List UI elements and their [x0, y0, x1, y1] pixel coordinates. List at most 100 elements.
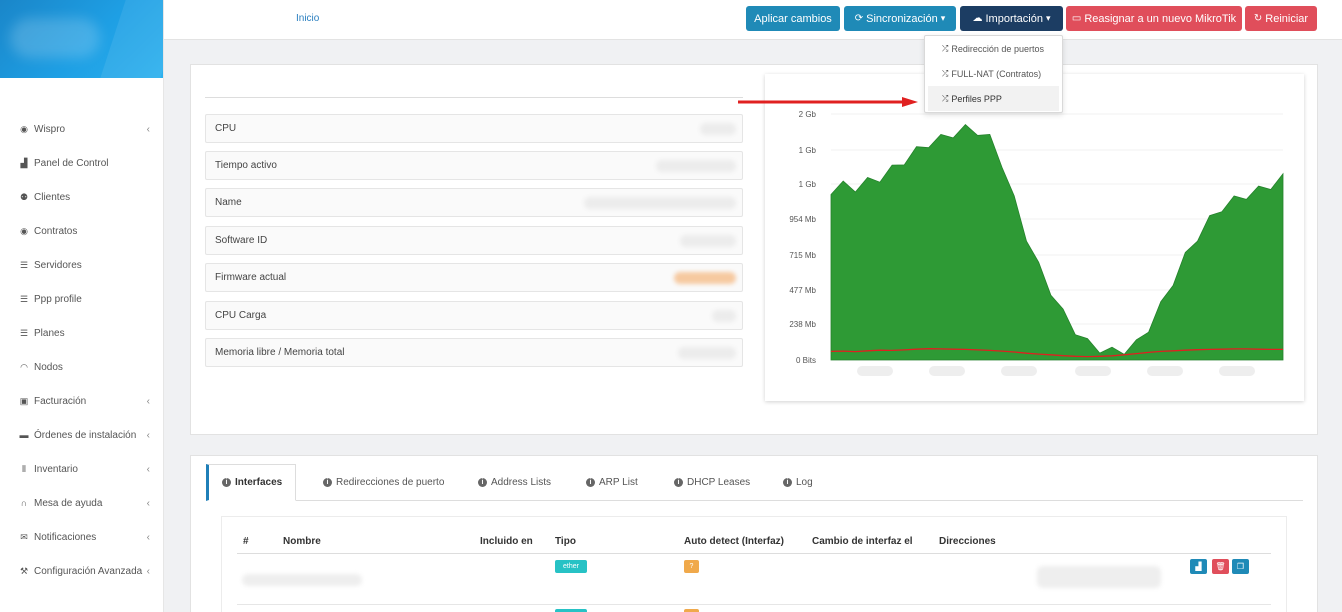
- restart-label: Reiniciar: [1265, 12, 1309, 25]
- info-row-label: Software ID: [215, 235, 268, 246]
- sidebar-item-label: Facturación: [34, 395, 87, 407]
- import-menu-item-label: Redirección de puertos: [951, 43, 1044, 54]
- y-tick-label: 1 Gb: [799, 180, 817, 189]
- tab-arp-list[interactable]: i ARP List: [586, 464, 638, 501]
- chevron-down-icon: ▾: [940, 13, 946, 23]
- sidebar: ◉ Wispro ‹ ▟ Panel de Control ⚉ Clientes ◉ Contr…: [0, 0, 164, 612]
- tab-dhcp-leases[interactable]: i DHCP Leases: [674, 464, 750, 501]
- info-row-label: Firmware actual: [215, 272, 287, 283]
- info-icon: i: [586, 478, 595, 487]
- truck-icon: ▬: [19, 430, 29, 440]
- sidebar-item-servidores[interactable]: ☰ Servidores: [0, 248, 164, 282]
- server-icon: ☰: [19, 293, 29, 304]
- sidebar-item-panel-de-control[interactable]: ▟ Panel de Control: [0, 146, 164, 180]
- reassign-mikrotik-button[interactable]: ▭ Reasignar a un nuevo MikroTik: [1066, 6, 1242, 31]
- redacted-x-label: [1075, 366, 1111, 376]
- logo-blur: [10, 18, 100, 58]
- import-menu-item[interactable]: ⤮ FULL-NAT (Contratos): [925, 61, 1062, 86]
- tab-address-lists[interactable]: i Address Lists: [478, 464, 551, 501]
- tab-redirecciones-de-puerto[interactable]: i Redirecciones de puerto: [323, 464, 444, 501]
- sidebar-item-label: Planes: [34, 327, 65, 339]
- sync-dropdown-button[interactable]: ⟳ Sincronización ▾: [844, 6, 956, 31]
- table-header-cell: Incluido en: [480, 536, 533, 547]
- trash-icon: 🗑: [1215, 562, 1226, 571]
- apply-changes-button[interactable]: Aplicar cambios: [746, 6, 840, 31]
- info-row: Firmware actual: [205, 263, 743, 292]
- import-menu-item[interactable]: ⤮ Perfiles PPP: [928, 86, 1059, 111]
- sidebar-item-planes[interactable]: ☰ Planes: [0, 316, 164, 350]
- import-menu-item[interactable]: ⤮ Redirección de puertos: [925, 36, 1062, 61]
- chevron-left-icon: ‹: [146, 430, 150, 441]
- sidebar-item-label: Contratos: [34, 225, 78, 237]
- info-row: Software ID: [205, 226, 743, 255]
- top-bar: Inicio Aplicar cambios ⟳ Sincronización …: [164, 0, 1342, 40]
- sidebar-item-label: Wispro: [34, 123, 66, 135]
- table-header-cell: Auto detect (Interfaz): [684, 536, 784, 547]
- sidebar-item-label: Órdenes de instalación: [34, 429, 137, 441]
- sidebar-item-ordenes-de-instalacion[interactable]: ▬ Órdenes de instalación ‹: [0, 418, 164, 452]
- breadcrumb-home[interactable]: Inicio: [296, 13, 319, 24]
- table-row: [222, 605, 1286, 612]
- sidebar-item-inventario[interactable]: ⦀ Inventario ‹: [0, 452, 164, 486]
- restart-button[interactable]: ↻ Reiniciar: [1245, 6, 1317, 31]
- redacted-x-label: [1001, 366, 1037, 376]
- shuffle-icon: ⤮: [942, 93, 949, 103]
- table-row: ether? ▟ 🗑 ❐: [222, 554, 1286, 604]
- table-header-cell: Direcciones: [939, 536, 996, 547]
- sidebar-item-mesa-de-ayuda[interactable]: ∩ Mesa de ayuda ‹: [0, 486, 164, 520]
- redacted-addresses: [1037, 566, 1161, 588]
- tab-label: Log: [796, 477, 813, 488]
- tab-label: Interfaces: [235, 477, 283, 488]
- sidebar-item-notificaciones[interactable]: ✉ Notificaciones ‹: [0, 520, 164, 554]
- tab-interfaces[interactable]: i Interfaces: [206, 464, 297, 501]
- trash-button[interactable]: 🗑: [1212, 559, 1229, 574]
- import-dropdown-menu: ⤮ Redirección de puertos ⤮ FULL-NAT (Contra…: [924, 35, 1063, 113]
- sidebar-item-contratos[interactable]: ◉ Contratos: [0, 214, 164, 248]
- chart-button[interactable]: ▟: [1190, 559, 1207, 574]
- restart-icon: ↻: [1253, 13, 1263, 24]
- chart-icon: ▟: [1195, 562, 1202, 571]
- sidebar-item-ppp-profile[interactable]: ☰ Ppp profile: [0, 282, 164, 316]
- info-divider: [205, 97, 743, 98]
- eye-icon: ◉: [20, 123, 28, 134]
- sidebar-item-label: Panel de Control: [34, 157, 109, 169]
- info-row: Name: [205, 188, 743, 217]
- info-icon: i: [783, 478, 792, 487]
- sidebar-item-clientes[interactable]: ⚉ Clientes: [0, 180, 164, 214]
- sidebar-item-label: Notificaciones: [34, 531, 97, 543]
- info-row-label: Memoria libre / Memoria total: [215, 347, 345, 358]
- laptop-icon: ▭: [1071, 13, 1082, 24]
- redacted-value: [700, 123, 736, 135]
- reassign-label: Reasignar a un nuevo MikroTik: [1084, 12, 1237, 25]
- sidebar-item-wispro[interactable]: ◉ Wispro ‹: [0, 112, 164, 146]
- y-tick-label: 477 Mb: [789, 286, 816, 295]
- server-icon: ☰: [19, 327, 29, 338]
- logo-shard: [100, 0, 163, 78]
- tab-log[interactable]: i Log: [783, 464, 813, 501]
- apply-changes-label: Aplicar cambios: [754, 12, 832, 25]
- sidebar-item-nodos[interactable]: ◠ Nodos: [0, 350, 164, 384]
- y-tick-label: 238 Mb: [789, 320, 816, 329]
- tab-bar: i Interfaces i Redirecciones de puerto i Addr…: [206, 464, 1303, 501]
- chevron-left-icon: ‹: [146, 464, 150, 475]
- import-dropdown-button[interactable]: ☁ Importación ▾: [960, 6, 1063, 31]
- redacted-value: [712, 310, 736, 322]
- chevron-down-icon: ▾: [1045, 13, 1051, 23]
- info-icon: i: [323, 478, 332, 487]
- sidebar-item-configuracion-avanzada[interactable]: ⚒ Configuración Avanzada ‹: [0, 554, 164, 588]
- sidebar-menu: ◉ Wispro ‹ ▟ Panel de Control ⚉ Clientes ◉ Contr…: [0, 112, 164, 588]
- sidebar-item-facturacion[interactable]: ▣ Facturación ‹: [0, 384, 164, 418]
- tab-label: Address Lists: [491, 477, 552, 488]
- sync-label: Sincronización: [866, 12, 938, 25]
- tab-label: Redirecciones de puerto: [336, 477, 445, 488]
- brand-logo[interactable]: [0, 0, 163, 78]
- annotation-arrow: [738, 97, 918, 107]
- headset-icon: ∩: [20, 498, 28, 508]
- type-badge: ether: [555, 560, 587, 573]
- server-icon: ☰: [19, 259, 29, 270]
- info-icon: i: [222, 478, 231, 487]
- sidebar-item-label: Nodos: [34, 361, 63, 373]
- info-icon: i: [478, 478, 487, 487]
- copy-button[interactable]: ❐: [1232, 559, 1249, 574]
- y-tick-label: 954 Mb: [789, 215, 816, 224]
